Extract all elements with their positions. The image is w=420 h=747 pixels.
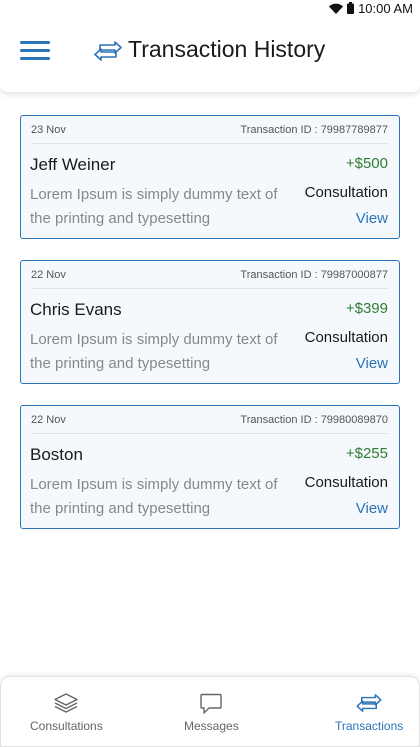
transaction-id: Transaction ID : 79980089870 [240, 414, 388, 426]
transaction-date: 22 Nov [31, 269, 66, 281]
card-divider [31, 433, 388, 434]
card-divider [31, 143, 388, 144]
nav-item-consultations[interactable]: Consultations [21, 677, 131, 747]
transaction-service: Consultation [304, 184, 388, 201]
transaction-id: Transaction ID : 79987000877 [240, 269, 388, 281]
nav-label: Transactions [335, 719, 404, 733]
transaction-name: Boston [30, 445, 83, 464]
bottom-nav: Consultations Messages Transactions [0, 676, 420, 747]
transaction-card[interactable]: 22 Nov Transaction ID : 79987000877 Chri… [20, 260, 400, 384]
transaction-service: Consultation [304, 474, 388, 491]
transaction-name: Jeff Weiner [30, 155, 116, 174]
page-title: Transaction History [128, 36, 326, 62]
transaction-list: 23 Nov Transaction ID : 79987789877 Jeff… [20, 115, 400, 550]
transaction-description: Lorem Ipsum is simply dummy text of the … [30, 186, 278, 227]
transaction-amount: +$399 [345, 300, 388, 317]
transaction-card[interactable]: 22 Nov Transaction ID : 79980089870 Bost… [20, 405, 400, 529]
nav-label: Consultations [30, 719, 103, 733]
transaction-id: Transaction ID : 79987789877 [240, 124, 388, 136]
view-link[interactable]: View [356, 210, 388, 227]
nav-item-transactions[interactable]: Transactions [321, 677, 420, 747]
app-header: Transaction History [0, 16, 420, 92]
view-link[interactable]: View [356, 500, 388, 517]
transaction-card[interactable]: 23 Nov Transaction ID : 79987789877 Jeff… [20, 115, 400, 239]
transaction-description: Lorem Ipsum is simply dummy text of the … [30, 331, 278, 372]
status-time: 10:00 AM [358, 0, 413, 16]
status-bar: 10:00 AM [0, 0, 420, 16]
layers-icon [54, 693, 78, 713]
transaction-name: Chris Evans [30, 300, 122, 319]
wifi-icon [329, 3, 344, 14]
transfer-arrows-icon [94, 41, 122, 61]
nav-item-messages[interactable]: Messages [161, 677, 261, 747]
nav-label: Messages [184, 719, 239, 733]
transaction-amount: +$255 [345, 445, 388, 462]
transaction-date: 23 Nov [31, 124, 66, 136]
transaction-date: 22 Nov [31, 414, 66, 426]
hamburger-menu-icon[interactable] [20, 40, 50, 62]
message-bubble-icon [200, 693, 222, 714]
transaction-amount: +$500 [345, 155, 388, 172]
transfer-arrows-icon [356, 694, 382, 712]
transaction-service: Consultation [304, 329, 388, 346]
view-link[interactable]: View [356, 355, 388, 372]
card-divider [31, 288, 388, 289]
battery-icon [347, 2, 355, 14]
transaction-description: Lorem Ipsum is simply dummy text of the … [30, 476, 278, 517]
